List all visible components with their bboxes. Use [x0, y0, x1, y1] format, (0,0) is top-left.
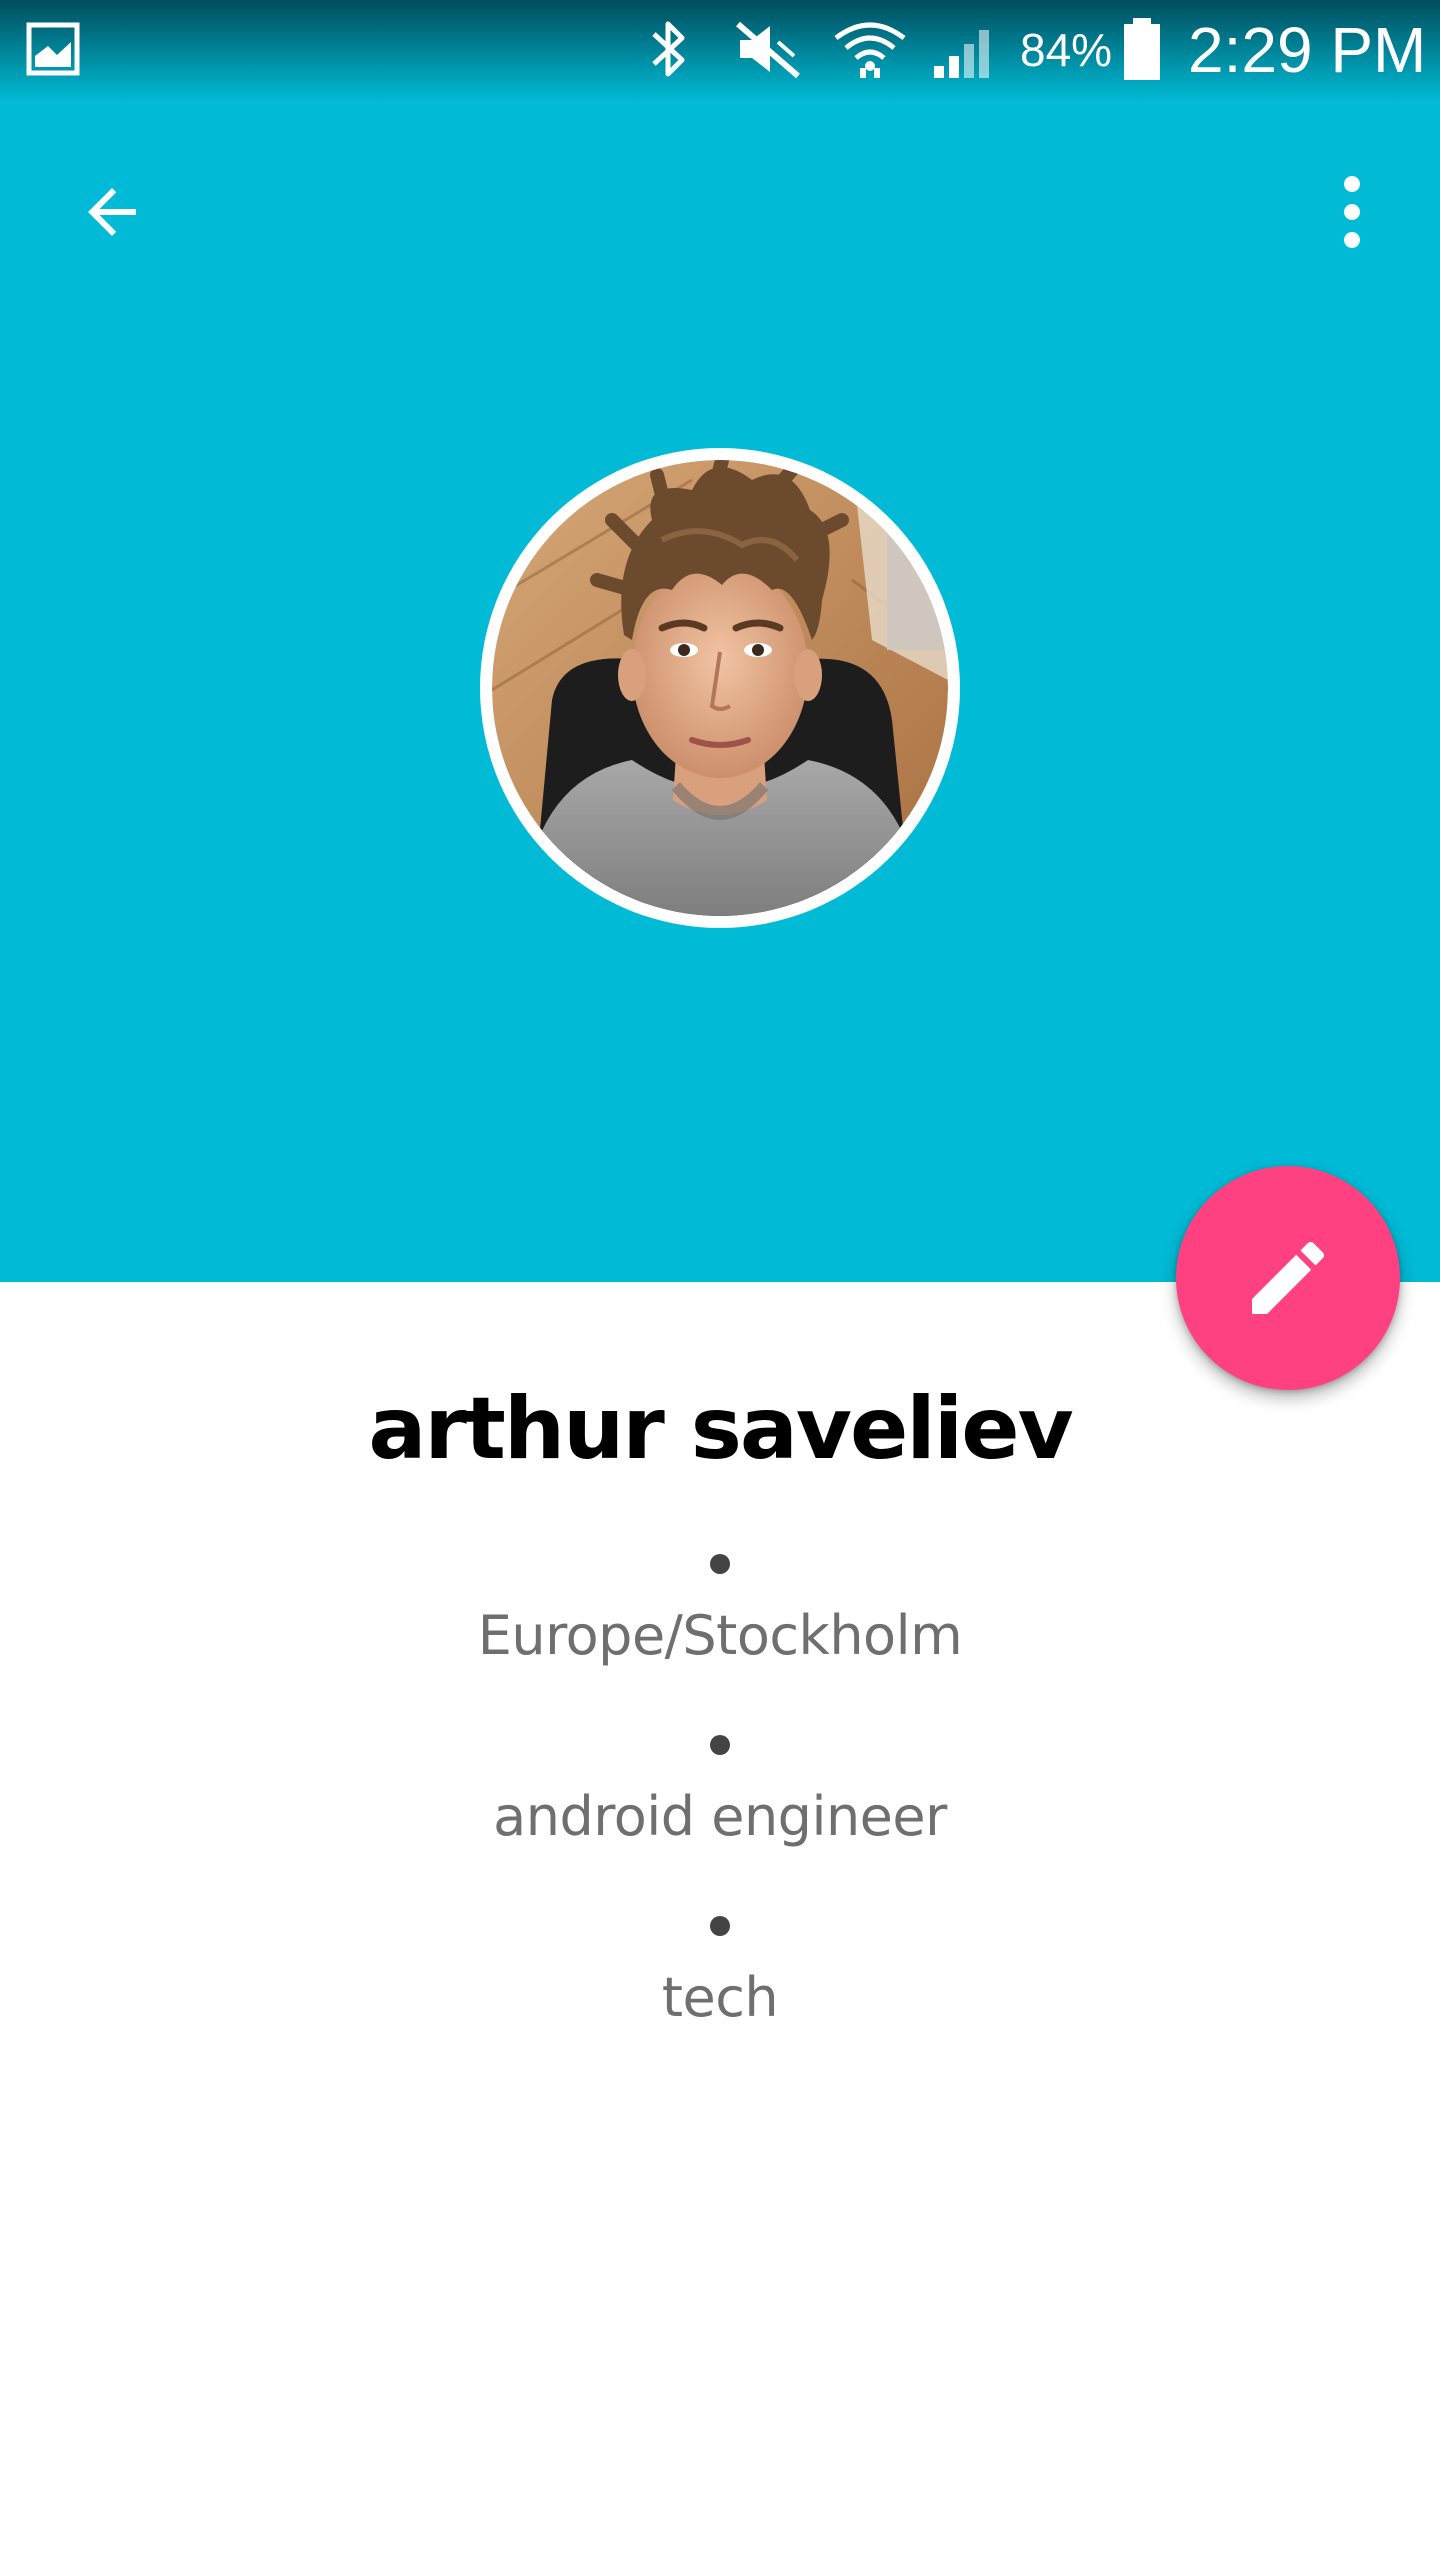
arrow-back-icon — [88, 188, 136, 236]
more-options-button[interactable] — [1304, 160, 1400, 264]
industry-text: tech — [661, 1966, 779, 2029]
timezone-text: Europe/Stockholm — [477, 1604, 963, 1667]
back-button[interactable] — [64, 164, 160, 260]
clock: 2:29 PM — [1188, 14, 1427, 86]
vibrate-mute-icon — [736, 21, 800, 79]
gallery-icon — [26, 22, 80, 76]
cell-signal-icon — [934, 30, 989, 78]
battery-percent: 84% — [1020, 24, 1113, 76]
bullet-icon — [710, 1916, 730, 1936]
battery-icon — [1124, 18, 1160, 80]
profile-name: arthur saveliev — [368, 1379, 1073, 1479]
edit-profile-button[interactable] — [1176, 1166, 1400, 1390]
detail-timezone: Europe/Stockholm — [0, 1540, 1440, 1721]
avatar[interactable] — [480, 448, 960, 928]
status-bar: 84% 2:29 PM — [0, 0, 1440, 100]
profile-screen: 84% 2:29 PM arthur saveliev Europe/Stock… — [0, 0, 1440, 2560]
profile-details-list: Europe/Stockholm android engineer tech — [0, 1540, 1440, 2083]
detail-job-title: android engineer — [0, 1721, 1440, 1902]
wifi-icon — [834, 22, 906, 78]
bullet-icon — [710, 1735, 730, 1755]
edit-pencil-icon — [1252, 1241, 1325, 1314]
bluetooth-icon — [652, 21, 685, 77]
detail-industry: tech — [0, 1902, 1440, 2083]
bullet-icon — [710, 1554, 730, 1574]
profile-photo — [492, 460, 948, 916]
job-title-text: android engineer — [493, 1785, 947, 1848]
more-vert-icon — [1344, 176, 1360, 248]
